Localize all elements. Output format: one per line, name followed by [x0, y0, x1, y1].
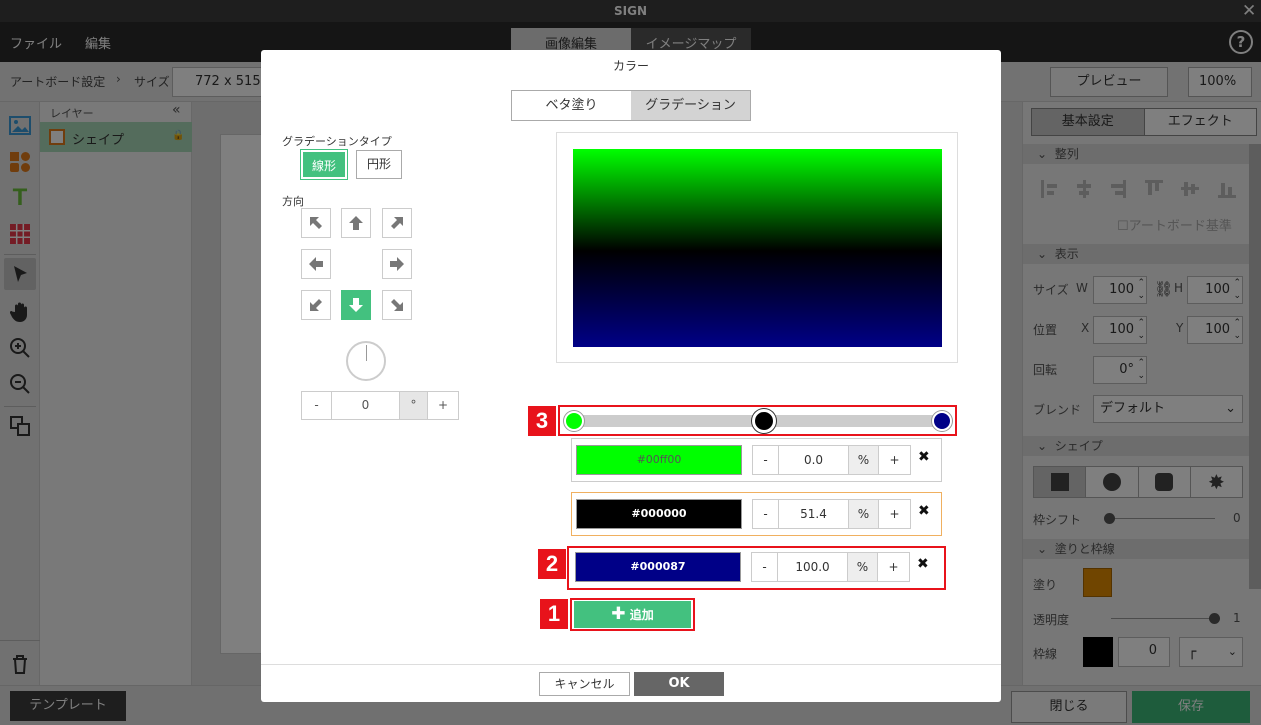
stop-minus-button[interactable]: -: [753, 446, 779, 474]
stop-percent-unit: %: [849, 500, 879, 528]
gradient-stop-handle-black[interactable]: [752, 409, 776, 433]
stop-position-input[interactable]: 0.0: [779, 446, 849, 474]
gradient-preview-frame: [556, 132, 958, 363]
cancel-button[interactable]: キャンセル: [539, 672, 630, 696]
gradient-preview: [573, 149, 942, 347]
stop-minus-button[interactable]: -: [752, 553, 778, 581]
direction-label: 方向: [282, 195, 304, 208]
annotation-badge-2: 2: [538, 549, 566, 579]
delete-stop-icon[interactable]: ✖: [917, 556, 929, 572]
plus-icon: ✚: [611, 604, 626, 624]
gradient-stop-row: #000087 - 100.0 % + ✖: [571, 546, 942, 590]
angle-dial[interactable]: [346, 341, 386, 381]
delete-stop-icon[interactable]: ✖: [918, 449, 930, 465]
arrow-down-right-icon[interactable]: [382, 290, 412, 320]
arrow-up-right-icon[interactable]: [382, 208, 412, 238]
arrow-up-icon[interactable]: [341, 208, 371, 238]
gradient-stop-row: #00ff00 - 0.0 % + ✖: [571, 438, 942, 482]
stop-position-input[interactable]: 100.0: [778, 553, 848, 581]
angle-minus-button[interactable]: -: [302, 392, 332, 419]
arrow-left-icon[interactable]: [301, 249, 331, 279]
stop-minus-button[interactable]: -: [753, 500, 779, 528]
angle-input[interactable]: 0: [332, 392, 400, 419]
stop-plus-button[interactable]: +: [878, 553, 909, 581]
annotation-badge-1: 1: [540, 599, 568, 629]
stop-plus-button[interactable]: +: [879, 500, 910, 528]
stop-percent-unit: %: [848, 553, 878, 581]
stop-percent-unit: %: [849, 446, 879, 474]
radial-button[interactable]: 円形: [356, 150, 402, 179]
dialog-title: カラー: [612, 59, 649, 73]
gradient-stop-handle-navy[interactable]: [932, 411, 952, 431]
annotation-badge-3: 3: [528, 406, 556, 436]
angle-plus-button[interactable]: +: [428, 392, 458, 419]
linear-button[interactable]: 線形: [300, 149, 348, 180]
ok-button[interactable]: OK: [634, 672, 724, 696]
arrow-down-icon[interactable]: [341, 290, 371, 320]
stop-color-swatch[interactable]: #000087: [575, 552, 741, 582]
gradient-type-label: グラデーションタイプ: [282, 135, 392, 148]
arrow-up-left-icon[interactable]: [301, 208, 331, 238]
stop-color-swatch[interactable]: #00ff00: [576, 445, 742, 475]
gradient-stop-handle-green[interactable]: [564, 411, 584, 431]
arrow-right-icon[interactable]: [382, 249, 412, 279]
delete-stop-icon[interactable]: ✖: [918, 503, 930, 519]
add-stop-button[interactable]: ✚ 追加: [574, 601, 691, 628]
tab-solid-fill[interactable]: ベタ塗り: [512, 91, 631, 120]
stop-position-input[interactable]: 51.4: [779, 500, 849, 528]
stop-plus-button[interactable]: +: [879, 446, 910, 474]
arrow-down-left-icon[interactable]: [301, 290, 331, 320]
tab-gradient[interactable]: グラデーション: [631, 91, 750, 120]
angle-unit: °: [400, 392, 428, 419]
stop-color-swatch[interactable]: #000000: [576, 499, 742, 529]
gradient-stop-row: #000000 - 51.4 % + ✖: [571, 492, 942, 536]
color-dialog: カラー ベタ塗り グラデーション グラデーションタイプ 線形 円形 方向 - 0…: [261, 50, 1001, 702]
